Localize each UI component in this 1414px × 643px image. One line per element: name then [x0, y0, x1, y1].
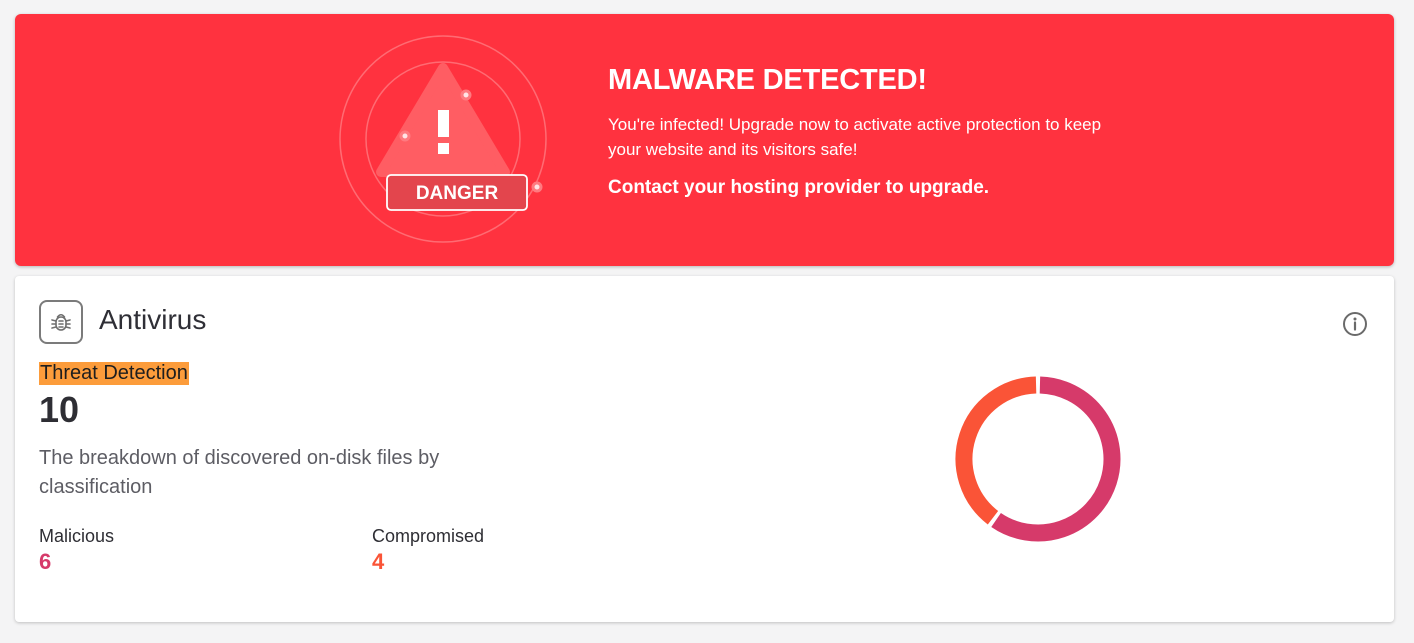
stat-compromised: Compromised 4 [372, 526, 484, 575]
banner-title: MALWARE DETECTED! [608, 64, 927, 96]
classification-donut-chart [955, 376, 1121, 542]
antivirus-card: Antivirus Threat Detection 10 The breakd… [15, 276, 1394, 622]
bug-icon [39, 300, 83, 344]
stat-value: 4 [372, 549, 385, 574]
upgrade-cta-text: Contact your hosting provider to upgrade… [608, 177, 990, 198]
stat-label: Compromised [372, 526, 485, 546]
danger-warning-icon: DANGER [339, 35, 547, 243]
threat-detection-label: Threat Detection [39, 362, 189, 385]
stat-malicious: Malicious 6 [39, 526, 114, 575]
threat-count: 10 [39, 389, 80, 430]
info-icon[interactable] [1342, 311, 1368, 337]
breakdown-description: The breakdown of discovered on-disk file… [39, 447, 440, 498]
banner-message: You're infected! Upgrade now to activate… [608, 115, 1102, 159]
stat-value: 6 [39, 549, 52, 574]
stat-label: Malicious [39, 526, 115, 546]
donut-slice-compromised [955, 376, 1037, 525]
malware-alert-banner: DANGER MALWARE DETECTED! You're infected… [15, 14, 1394, 266]
danger-badge-label: DANGER [416, 183, 499, 204]
donut-slice-malicious [991, 376, 1121, 542]
antivirus-title: Antivirus [99, 304, 207, 335]
